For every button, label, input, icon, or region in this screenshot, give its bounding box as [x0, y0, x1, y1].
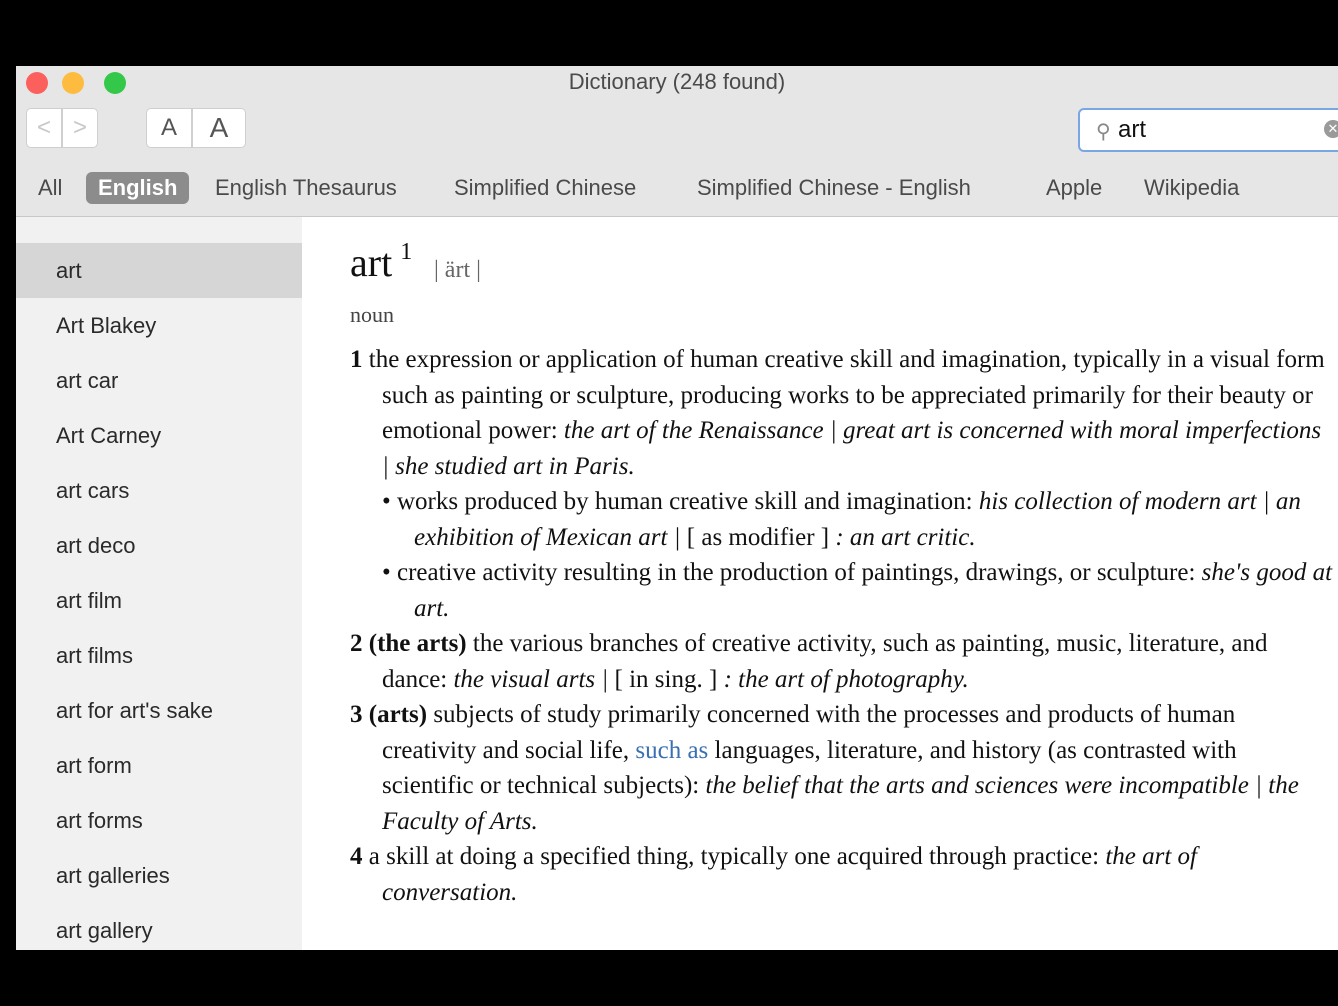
- sense-number: 4: [350, 843, 363, 870]
- result-item[interactable]: art car: [16, 353, 302, 408]
- subsense: • works produced by human creative skill…: [382, 484, 1334, 555]
- subsense-text: • works produced by human creative skill…: [382, 488, 973, 515]
- sense-example: : the art of photography.: [723, 665, 969, 693]
- search-field[interactable]: ⚲ ✕: [1078, 108, 1338, 152]
- window-title: Dictionary (248 found): [568, 69, 786, 94]
- result-item[interactable]: art: [16, 243, 302, 298]
- title-bar: Dictionary (248 found) < > A A ⚲ ✕ All E…: [16, 66, 1338, 217]
- homograph-number: 1: [400, 239, 413, 265]
- result-item[interactable]: art gallery: [16, 903, 302, 950]
- result-item[interactable]: art form: [16, 738, 302, 793]
- tab-simplified-chinese-english[interactable]: Simplified Chinese - English: [697, 172, 971, 204]
- font-smaller-button[interactable]: A: [146, 108, 192, 148]
- sense-4: 4 a skill at doing a specified thing, ty…: [350, 839, 1334, 910]
- tab-simplified-chinese[interactable]: Simplified Chinese: [454, 172, 636, 204]
- sense-text: a skill at doing a specified thing, typi…: [368, 843, 1100, 870]
- sense-example: the visual arts |: [453, 665, 609, 693]
- subsense-example: : an art critic.: [835, 523, 976, 551]
- tab-all[interactable]: All: [38, 172, 62, 204]
- result-item[interactable]: Art Blakey: [16, 298, 302, 353]
- sense-number: 1: [350, 346, 363, 373]
- definition-pane: art 1 | ärt | noun 1 the expression or ap…: [302, 217, 1338, 950]
- result-item[interactable]: art forms: [16, 793, 302, 848]
- sidebar-top-spacer: [16, 217, 302, 243]
- back-button[interactable]: <: [26, 108, 62, 148]
- clear-search-icon[interactable]: ✕: [1324, 120, 1338, 138]
- dictionary-window: Dictionary (248 found) < > A A ⚲ ✕ All E…: [16, 66, 1338, 950]
- result-item[interactable]: art deco: [16, 518, 302, 573]
- sense-label: (arts): [368, 701, 428, 728]
- subsense-text: • creative activity resulting in the pro…: [382, 559, 1196, 586]
- tab-apple[interactable]: Apple: [1046, 172, 1102, 204]
- sense-3: 3 (arts) subjects of study primarily con…: [350, 697, 1334, 839]
- tab-english[interactable]: English: [86, 172, 190, 204]
- font-larger-label: A: [209, 112, 229, 143]
- subsense: • creative activity resulting in the pro…: [382, 555, 1334, 626]
- chevron-right-icon: >: [72, 114, 87, 141]
- result-item[interactable]: art film: [16, 573, 302, 628]
- sense-1: 1 the expression or application of human…: [350, 342, 1334, 626]
- sense-list: 1 the expression or application of human…: [350, 342, 1334, 910]
- part-of-speech: noun: [350, 302, 394, 327]
- font-smaller-label: A: [160, 114, 177, 141]
- pronunciation: | ärt |: [434, 257, 481, 283]
- result-item[interactable]: art cars: [16, 463, 302, 518]
- font-larger-button[interactable]: A: [192, 108, 246, 148]
- sense-2: 2 (the arts) the various branches of cre…: [350, 626, 1334, 697]
- grammar-note: [ in sing. ]: [614, 665, 718, 693]
- search-icon: ⚲: [1096, 121, 1111, 143]
- tab-english-thesaurus[interactable]: English Thesaurus: [215, 172, 397, 204]
- source-tabs: All English English Thesaurus Simplified…: [16, 170, 1338, 210]
- headword-text: art: [350, 240, 393, 285]
- result-item[interactable]: art galleries: [16, 848, 302, 903]
- such-as-link[interactable]: such as: [635, 737, 708, 764]
- search-input[interactable]: [1118, 116, 1308, 144]
- forward-button[interactable]: >: [62, 108, 98, 148]
- result-item[interactable]: art films: [16, 628, 302, 683]
- sense-label: (the arts): [368, 630, 467, 657]
- sense-number: 2: [350, 630, 363, 657]
- tab-wikipedia[interactable]: Wikipedia: [1144, 172, 1239, 204]
- grammar-note: [ as modifier ]: [686, 523, 830, 551]
- results-sidebar: art Art Blakey art car Art Carney art ca…: [16, 217, 302, 950]
- headword: art 1: [350, 239, 412, 286]
- sense-number: 3: [350, 701, 363, 728]
- result-item[interactable]: art for art's sake: [16, 683, 302, 738]
- chevron-left-icon: <: [36, 114, 51, 141]
- result-item[interactable]: Art Carney: [16, 408, 302, 463]
